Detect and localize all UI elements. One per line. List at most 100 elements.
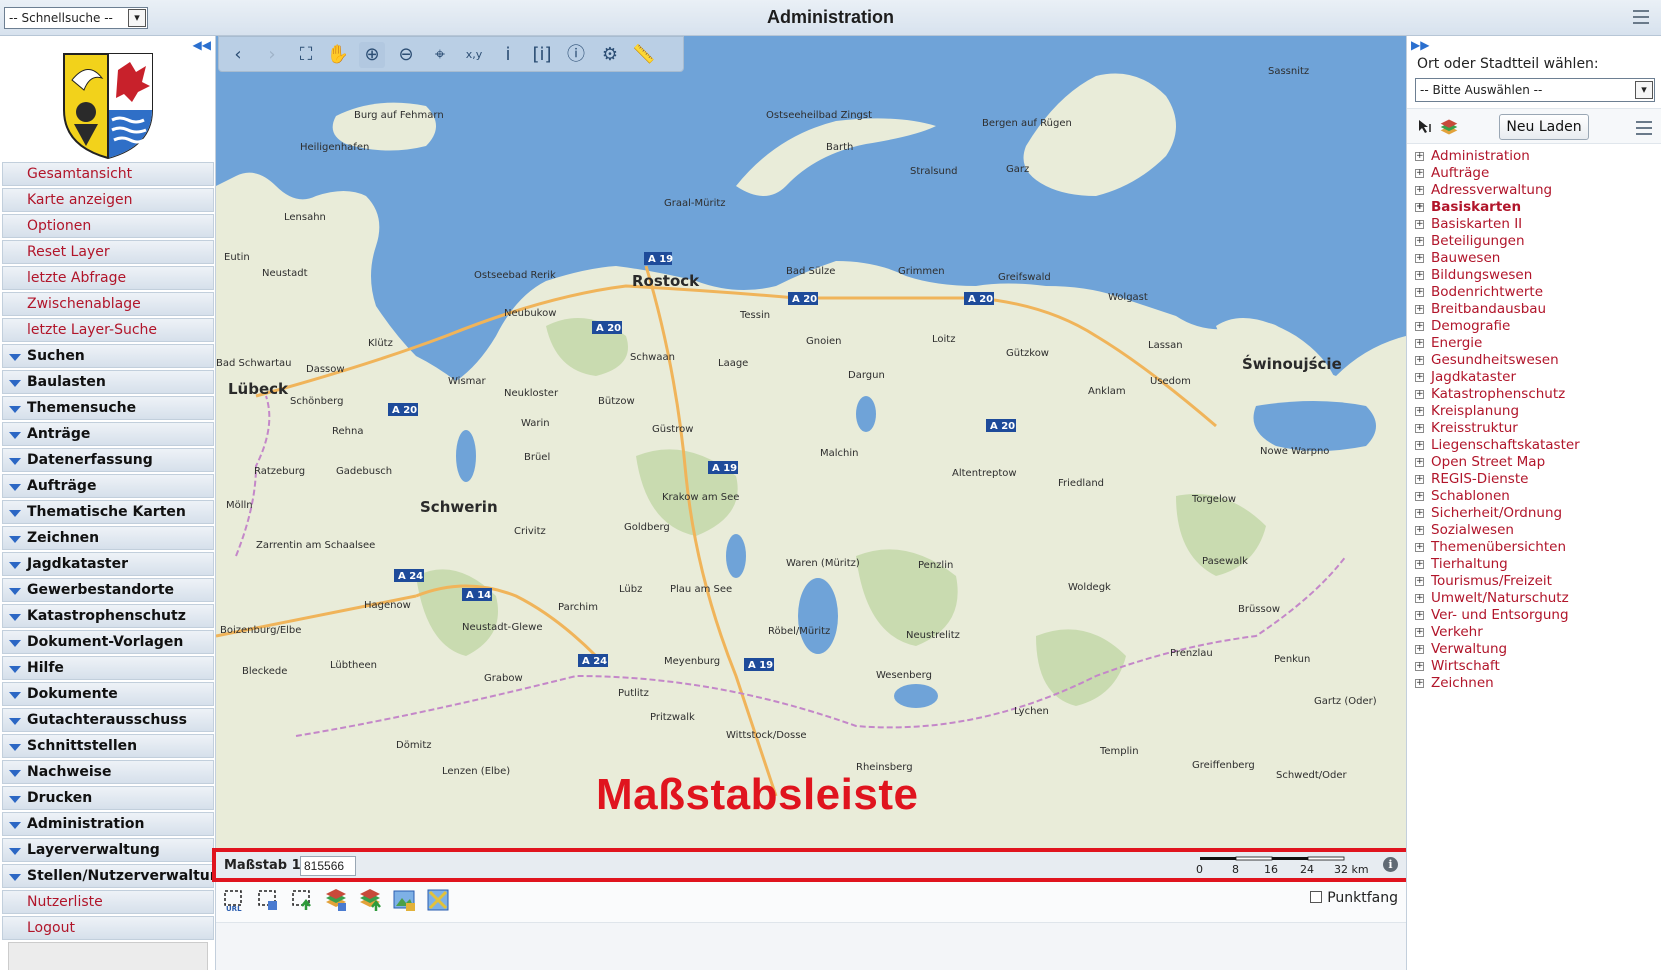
layer-group-item[interactable]: + Jagdkataster [1415,369,1660,386]
layer-group-item[interactable]: + Open Street Map [1415,454,1660,471]
sidebar-item[interactable]: Stellen/Nutzerverwaltung [2,864,230,888]
expand-plus-icon[interactable]: + [1415,237,1424,246]
layer-group-item[interactable]: + Bauwesen [1415,250,1660,267]
expand-plus-icon[interactable]: + [1415,305,1424,314]
expand-plus-icon[interactable]: + [1415,356,1424,365]
layer-group-item[interactable]: + Wirtschaft [1415,658,1660,675]
punktfang-checkbox[interactable]: Punktfang [1310,890,1398,906]
layer-group-item[interactable]: + Sicherheit/Ordnung [1415,505,1660,522]
layer-group-item[interactable]: + Basiskarten [1415,199,1660,216]
layer-group-item[interactable]: + Schablonen [1415,488,1660,505]
info-area-icon[interactable]: [i] [529,42,555,68]
layer-group-item[interactable]: + Beteiligungen [1415,233,1660,250]
expand-plus-icon[interactable]: + [1415,169,1424,178]
sidebar-item[interactable]: Katastrophenschutz [2,604,214,628]
expand-plus-icon[interactable]: + [1415,152,1424,161]
pan-hand-icon[interactable]: ✋ [325,42,351,68]
layer-group-item[interactable]: + Verwaltung [1415,641,1660,658]
layer-group-item[interactable]: + Aufträge [1415,165,1660,182]
sidebar-item[interactable]: Jagdkataster [2,552,214,576]
expand-plus-icon[interactable]: + [1415,424,1424,433]
expand-plus-icon[interactable]: + [1415,458,1424,467]
layer-group-item[interactable]: + Liegenschaftskataster [1415,437,1660,454]
layer-group-item[interactable]: + Gesundheitswesen [1415,352,1660,369]
header-menu-icon[interactable] [1633,10,1649,24]
layer-group-item[interactable]: + Katastrophenschutz [1415,386,1660,403]
expand-plus-icon[interactable]: + [1415,322,1424,331]
sidebar-item[interactable]: Gewerbestandorte [2,578,214,602]
expand-plus-icon[interactable]: + [1415,526,1424,535]
layer-group-item[interactable]: + Themenübersichten [1415,539,1660,556]
expand-plus-icon[interactable]: + [1415,662,1424,671]
sidebar-item[interactable]: letzte Layer-Suche [2,318,214,342]
info-circle-icon[interactable]: ⓘ [563,42,589,68]
layers-save-icon[interactable] [324,888,348,912]
layer-group-item[interactable]: + Tourismus/Freizeit [1415,573,1660,590]
chevron-down-icon[interactable]: ▾ [1635,81,1653,99]
layer-group-item[interactable]: + Verkehr [1415,624,1660,641]
ruler-icon[interactable]: 📏 [631,42,657,68]
layer-group-item[interactable]: + Kreisstruktur [1415,420,1660,437]
zoom-out-icon[interactable]: ⊖ [393,42,419,68]
full-extent-icon[interactable]: ⛶ [293,42,319,68]
layer-menu-icon[interactable] [1636,121,1652,135]
expand-plus-icon[interactable]: + [1415,594,1424,603]
expand-plus-icon[interactable]: + [1415,390,1424,399]
sidebar-item[interactable]: Drucken [2,786,214,810]
url-extent-icon[interactable]: URL [222,888,246,912]
sidebar-item[interactable]: Reset Layer [2,240,214,264]
layer-group-item[interactable]: + Bodenrichtwerte [1415,284,1660,301]
sidebar-item[interactable]: Anträge [2,422,214,446]
expand-plus-icon[interactable]: + [1415,271,1424,280]
expand-plus-icon[interactable]: + [1415,407,1424,416]
expand-plus-icon[interactable]: + [1415,543,1424,552]
load-extent-icon[interactable] [290,888,314,912]
expand-plus-icon[interactable]: + [1415,373,1424,382]
sidebar-item[interactable]: Optionen [2,214,214,238]
scale-info-icon[interactable]: i [1383,857,1398,872]
sidebar-item[interactable]: Schnittstellen [2,734,214,758]
back-icon[interactable]: ‹ [225,42,251,68]
sidebar-item[interactable]: letzte Abfrage [2,266,214,290]
map-image-icon[interactable] [392,888,416,912]
zoom-in-icon[interactable]: ⊕ [359,42,385,68]
expand-plus-icon[interactable]: + [1415,509,1424,518]
expand-plus-icon[interactable]: + [1415,492,1424,501]
sidebar-item[interactable]: Dokumente Katasteramt [2,682,214,724]
place-select[interactable]: -- Bitte Auswählen -- ▾ [1415,78,1655,102]
expand-plus-icon[interactable]: + [1415,220,1424,229]
checkbox-icon[interactable] [1310,891,1323,903]
sidebar-item[interactable]: Hilfe [2,656,214,680]
info-gear-icon[interactable]: ⚙ [597,42,623,68]
layer-group-item[interactable]: + REGIS-Dienste [1415,471,1660,488]
layer-group-item[interactable]: + Sozialwesen [1415,522,1660,539]
expand-plus-icon[interactable]: + [1415,186,1424,195]
sidebar-item[interactable]: Karte anzeigen [2,188,214,212]
layer-group-item[interactable]: + Basiskarten II [1415,216,1660,233]
expand-plus-icon[interactable]: + [1415,560,1424,569]
sidebar-item[interactable]: Aufträge [2,474,214,498]
sidebar-item[interactable]: Nutzerliste [2,890,214,914]
layers-icon[interactable] [1439,117,1459,137]
sidebar-item[interactable]: Layerverwaltung [2,838,214,862]
sidebar-item[interactable]: Gesamtansicht [2,162,214,186]
sidebar-item[interactable]: Administration [2,812,214,836]
expand-plus-icon[interactable]: + [1415,203,1424,212]
layer-group-item[interactable]: + Adressverwaltung [1415,182,1660,199]
expand-plus-icon[interactable]: + [1415,611,1424,620]
layer-group-item[interactable]: + Zeichnen [1415,675,1660,692]
layer-group-item[interactable]: + Kreisplanung [1415,403,1660,420]
select-cursor-icon[interactable] [1417,119,1433,135]
expand-plus-icon[interactable]: + [1415,628,1424,637]
sidebar-item[interactable]: Zwischenablage [2,292,214,316]
sidebar-item[interactable]: Themensuche [2,396,214,420]
sidebar-item[interactable]: Logout [2,916,214,940]
overview-map-thumbnail[interactable] [8,942,208,970]
expand-plus-icon[interactable]: + [1415,645,1424,654]
coordinates-xy-icon[interactable]: x,y [461,42,487,68]
layer-group-item[interactable]: + Umwelt/Naturschutz [1415,590,1660,607]
sidebar-item[interactable]: Suchen [2,344,214,368]
expand-plus-icon[interactable]: + [1415,288,1424,297]
layer-group-item[interactable]: + Demografie [1415,318,1660,335]
sidebar-item[interactable]: Dokument-Vorlagen [2,630,214,654]
